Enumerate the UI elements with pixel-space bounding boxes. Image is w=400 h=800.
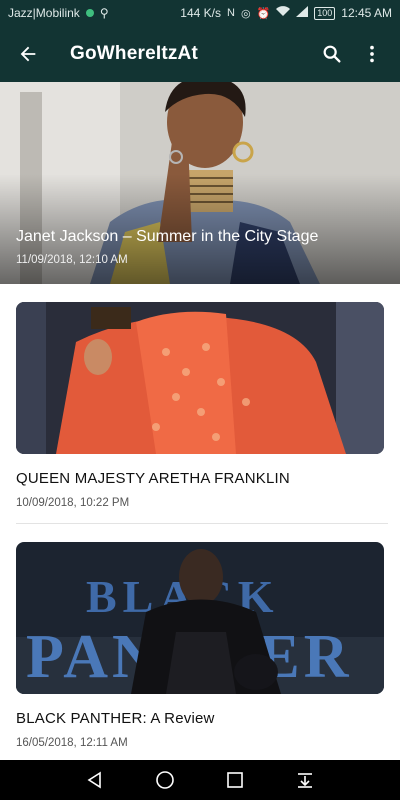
article-date: 16/05/2018, 12:11 AM [16,737,128,749]
nav-recents-button[interactable] [220,765,250,795]
search-icon [323,45,341,63]
status-bar: Jazz|Mobilink ⚲ 144 K/s N ◎ ⏰ 100 12:45 … [0,0,400,26]
network-speed: 144 K/s [180,6,221,20]
article-title[interactable]: QUEEN MAJESTY ARETHA FRANKLIN [16,470,384,487]
featured-article-date: 11/09/2018, 12:10 AM [16,254,128,266]
more-vertical-icon [370,45,374,63]
system-navigation-bar [0,760,400,800]
eye-comfort-icon: ◎ [240,7,251,20]
article-card[interactable]: QUEEN MAJESTY ARETHA FRANKLIN 10/09/2018… [0,284,400,509]
article-card[interactable]: BLACK PANTHER BLACK PANTHER: A Review 16… [0,524,400,749]
nav-notifications-button[interactable] [290,765,320,795]
app-bar: GoWhereItzAt [0,26,400,82]
usb-icon: ⚲ [99,6,109,20]
nfc-icon: N [227,7,235,19]
circle-home-icon [156,771,174,789]
battery-icon: 100 [314,6,336,20]
notification-dot-icon [85,9,94,17]
status-right: 144 K/s N ◎ ⏰ 100 12:45 AM [180,6,392,20]
clock: 12:45 AM [341,6,392,20]
back-button[interactable] [8,34,48,74]
article-list[interactable]: Janet Jackson – Summer in the City Stage… [0,82,400,760]
search-button[interactable] [312,34,352,74]
featured-article[interactable]: Janet Jackson – Summer in the City Stage… [0,82,400,284]
black-panther-poster: BLACK PANTHER [16,542,384,694]
article-title[interactable]: BLACK PANTHER: A Review [16,710,384,727]
alarm-icon: ⏰ [256,7,271,20]
app-title: GoWhereItzAt [70,43,199,64]
article-image[interactable]: BLACK PANTHER [16,542,384,694]
status-left: Jazz|Mobilink ⚲ [8,6,109,20]
signal-icon [296,6,309,20]
nav-home-button[interactable] [150,765,180,795]
pull-down-notifications-icon [298,773,312,788]
aretha-franklin-photo [16,302,384,454]
carrier-label: Jazz|Mobilink [8,6,80,20]
square-recents-icon [227,772,243,788]
nav-back-button[interactable] [80,765,110,795]
overflow-menu-button[interactable] [352,34,392,74]
featured-article-title[interactable]: Janet Jackson – Summer in the City Stage [16,228,318,246]
back-arrow-icon [20,46,36,62]
article-date: 10/09/2018, 10:22 PM [16,497,130,509]
triangle-back-icon [87,771,101,789]
wifi-icon [276,6,291,20]
article-image[interactable] [16,302,384,454]
